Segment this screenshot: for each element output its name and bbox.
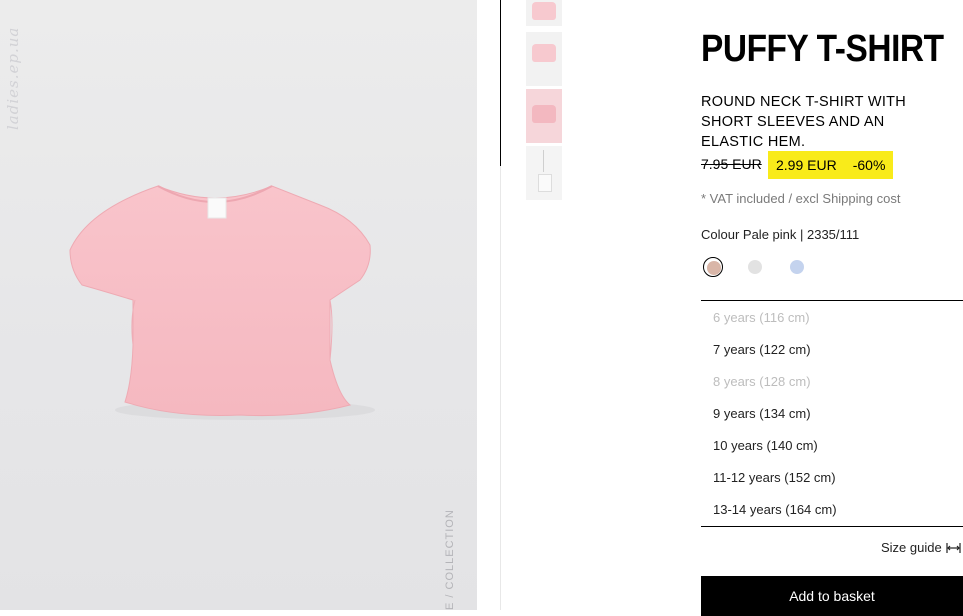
gallery-scroll-indicator <box>500 0 501 166</box>
size-option[interactable]: 6 years (116 cm) <box>713 310 810 325</box>
product-image[interactable]: ladies.ep.ua E / COLLECTION <box>0 0 477 610</box>
size-guide-label: Size guide <box>881 540 942 555</box>
product-title: PUFFY T-SHIRT <box>701 28 944 70</box>
size-option[interactable]: 13-14 years (164 cm) <box>713 502 837 517</box>
discount-percent: -60% <box>852 157 886 173</box>
old-price: 7.95 EUR <box>701 156 762 172</box>
swatch-pale-pink[interactable] <box>703 257 723 277</box>
sizes-divider-bottom <box>701 526 963 527</box>
size-option[interactable]: 8 years (128 cm) <box>713 374 811 389</box>
ruler-icon <box>946 542 961 553</box>
sale-price: 2.99 EUR <box>776 157 837 173</box>
swatch-light-blue[interactable] <box>787 257 807 277</box>
thumbnail-2[interactable] <box>526 32 562 86</box>
size-guide-link[interactable]: Size guide <box>881 540 961 555</box>
sizes-divider-top <box>701 300 963 301</box>
size-option[interactable]: 10 years (140 cm) <box>713 438 818 453</box>
add-to-basket-button[interactable]: Add to basket <box>701 576 963 616</box>
thumbnail-1[interactable] <box>526 0 562 26</box>
size-option[interactable]: 11-12 years (152 cm) <box>713 470 836 485</box>
sale-price-badge: 2.99 EUR -60% <box>768 151 894 179</box>
size-option[interactable]: 7 years (122 cm) <box>713 342 811 357</box>
size-option[interactable]: 9 years (134 cm) <box>713 406 811 421</box>
vat-note: * VAT included / excl Shipping cost <box>701 191 901 206</box>
divider <box>500 166 501 610</box>
thumbnail-3[interactable] <box>526 89 562 143</box>
tshirt-illustration <box>69 185 375 420</box>
swatch-light-grey[interactable] <box>745 257 765 277</box>
collection-label: E / COLLECTION <box>444 509 456 610</box>
colour-info: Colour Pale pink | 2335/111 <box>701 227 860 242</box>
product-description: ROUND NECK T-SHIRT WITH SHORT SLEEVES AN… <box>701 94 907 150</box>
thumbnail-4[interactable] <box>526 146 562 200</box>
